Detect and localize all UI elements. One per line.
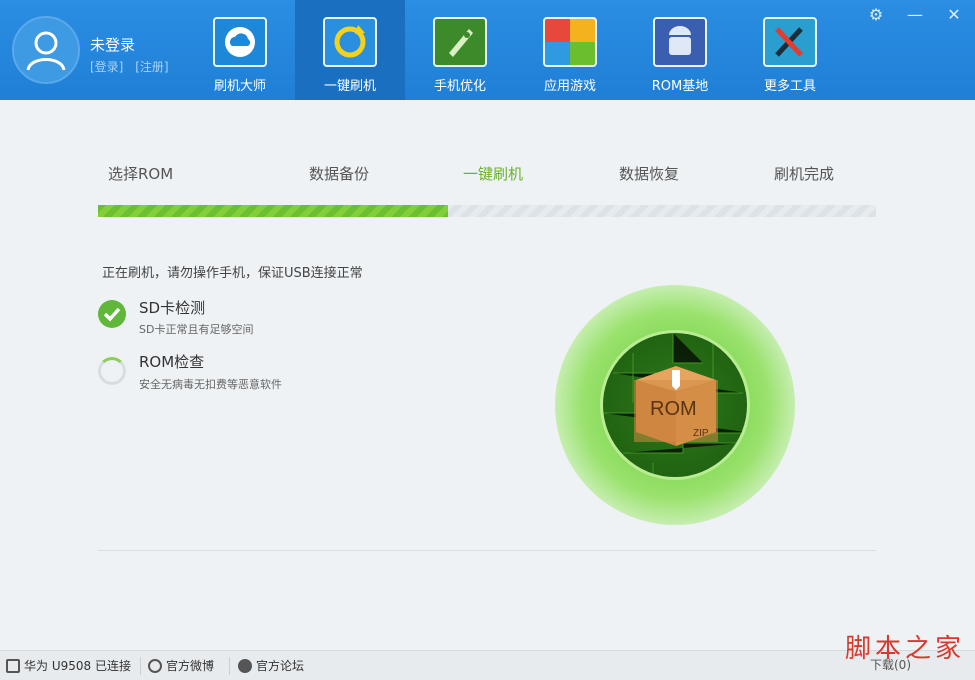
- nav-phone-optimize[interactable]: 手机优化: [405, 0, 515, 100]
- settings-gear-icon[interactable]: ⚙: [860, 0, 892, 30]
- user-links: [登录] [注册]: [90, 58, 177, 75]
- weibo-icon: [148, 659, 162, 673]
- close-button[interactable]: ✕: [938, 0, 970, 30]
- step-complete: 刷机完成: [774, 165, 835, 183]
- forum-link[interactable]: 官方论坛: [238, 657, 304, 675]
- step-flash: 一键刷机: [463, 165, 524, 183]
- step-backup: 数据备份: [309, 165, 370, 183]
- check-title: ROM检查: [139, 353, 205, 371]
- watermark-logo: 脚本之家: [844, 634, 965, 664]
- nav-one-click-flash[interactable]: 一键刷机: [295, 0, 405, 100]
- nav-label: 手机优化: [433, 79, 486, 94]
- nav-label: 更多工具: [763, 79, 816, 94]
- device-status: 华为 U9508 已连接: [6, 657, 131, 675]
- progress-fill: [98, 205, 449, 217]
- nav-label: 应用游戏: [543, 79, 596, 94]
- separator: [229, 657, 230, 675]
- weibo-text: 官方微博: [166, 659, 215, 673]
- weibo-link[interactable]: 官方微博: [148, 657, 214, 675]
- user-name: 未登录: [90, 36, 136, 54]
- nav-label: ROM基地: [651, 79, 709, 94]
- register-link[interactable]: [注册]: [135, 60, 168, 74]
- check-done-icon: [98, 300, 126, 328]
- rocket-icon: [433, 17, 487, 67]
- apps-grid-icon: [543, 17, 597, 67]
- nav-apps-games[interactable]: 应用游戏: [515, 0, 625, 100]
- status-message: 正在刷机，请勿操作手机，保证USB连接正常: [102, 266, 363, 281]
- minimize-button[interactable]: —: [899, 0, 931, 30]
- content-divider: [98, 550, 876, 551]
- loading-spinner-icon: [98, 357, 126, 385]
- user-avatar[interactable]: [12, 16, 80, 84]
- device-status-text: 华为 U9508 已连接: [24, 659, 131, 673]
- check-subtitle: SD卡正常且有足够空间: [139, 323, 254, 336]
- cloud-icon: [213, 17, 267, 67]
- nav-flash-master[interactable]: 刷机大师: [185, 0, 295, 100]
- refresh-icon: [323, 17, 377, 67]
- progress-bar: [98, 205, 876, 217]
- rom-label: ROM: [650, 398, 697, 420]
- tools-icon: [763, 17, 817, 67]
- check-subtitle: 安全无病毒无扣费等恶意软件: [139, 378, 282, 391]
- status-bar: 华为 U9508 已连接 官方微博 官方论坛: [0, 650, 975, 680]
- check-title: SD卡检测: [139, 299, 206, 317]
- user-icon: [26, 31, 66, 71]
- nav-label: 一键刷机: [323, 79, 376, 94]
- zip-label: ZIP: [693, 428, 709, 439]
- android-icon: [653, 17, 707, 67]
- separator: [140, 657, 141, 675]
- nav-rom-base[interactable]: ROM基地: [625, 0, 735, 100]
- top-header: 未登录 [登录] [注册] 刷机大师 一键刷机 手机优化 应用游戏 ROM基地: [0, 0, 975, 100]
- phone-icon: [6, 659, 20, 673]
- nav-more-tools[interactable]: 更多工具: [735, 0, 845, 100]
- step-select-rom: 选择ROM: [108, 165, 174, 183]
- login-link[interactable]: [登录]: [90, 60, 123, 74]
- forum-text: 官方论坛: [256, 659, 305, 673]
- step-restore: 数据恢复: [619, 165, 680, 183]
- forum-chat-icon: [238, 659, 252, 673]
- nav-label: 刷机大师: [213, 79, 266, 94]
